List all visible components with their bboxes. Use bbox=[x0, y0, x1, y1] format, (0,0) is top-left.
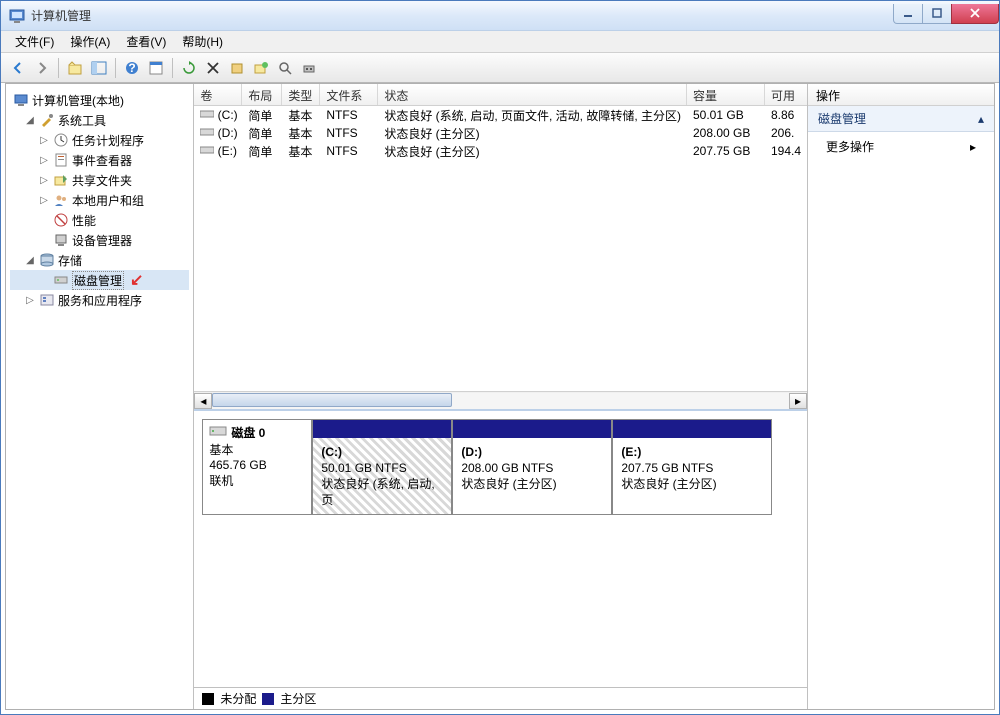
navigation-tree[interactable]: 计算机管理(本地) ◢ 系统工具 ▷任务计划程序▷事件查看器▷共享文件夹▷本地用… bbox=[6, 84, 194, 709]
drive-icon bbox=[200, 108, 214, 118]
partition-header bbox=[313, 420, 451, 438]
properties-button[interactable] bbox=[145, 57, 167, 79]
disk-type: 基本 bbox=[209, 441, 305, 458]
maximize-button[interactable] bbox=[922, 4, 952, 24]
legend-unalloc-swatch bbox=[202, 693, 214, 705]
export-button[interactable] bbox=[226, 57, 248, 79]
tree-services[interactable]: ▷ 服务和应用程序 bbox=[10, 290, 189, 310]
partition-box[interactable]: (E:)207.75 GB NTFS状态良好 (主分区) bbox=[612, 419, 772, 515]
disk-icon bbox=[53, 272, 69, 288]
legend-primary-swatch bbox=[262, 693, 274, 705]
actions-panel: 操作 磁盘管理 ▴ 更多操作 ▸ bbox=[808, 84, 994, 709]
drive-icon bbox=[200, 126, 214, 136]
tree-item[interactable]: ▷事件查看器 bbox=[10, 150, 189, 170]
up-button[interactable] bbox=[64, 57, 86, 79]
forward-button[interactable] bbox=[31, 57, 53, 79]
clock-icon bbox=[53, 132, 69, 148]
menu-help[interactable]: 帮助(H) bbox=[174, 31, 231, 52]
actions-header: 操作 bbox=[808, 84, 994, 106]
device-icon bbox=[53, 232, 69, 248]
minimize-button[interactable] bbox=[893, 4, 923, 24]
col-type[interactable]: 类型 bbox=[282, 84, 320, 105]
scroll-right-button[interactable]: ▸ bbox=[789, 393, 807, 409]
storage-icon bbox=[39, 252, 55, 268]
app-icon bbox=[9, 8, 25, 24]
users-icon bbox=[53, 192, 69, 208]
legend-unalloc-label: 未分配 bbox=[220, 690, 256, 707]
partition-box[interactable]: (D:)208.00 GB NTFS状态良好 (主分区) bbox=[452, 419, 612, 515]
svg-text:?: ? bbox=[128, 61, 135, 75]
tree-item[interactable]: ▷本地用户和组 bbox=[10, 190, 189, 210]
expand-icon[interactable]: ▷ bbox=[38, 135, 50, 146]
show-hide-tree-button[interactable] bbox=[88, 57, 110, 79]
share-icon bbox=[53, 172, 69, 188]
actions-section[interactable]: 磁盘管理 ▴ bbox=[808, 106, 994, 132]
menu-view[interactable]: 查看(V) bbox=[118, 31, 174, 52]
event-icon bbox=[53, 152, 69, 168]
partition-header bbox=[613, 420, 771, 438]
annotation-arrow: ↙ bbox=[130, 270, 143, 290]
chevron-right-icon: ▸ bbox=[970, 140, 976, 154]
settings-button[interactable] bbox=[298, 57, 320, 79]
volume-list-header: 卷 布局 类型 文件系统 状态 容量 可用 bbox=[194, 84, 807, 106]
col-status[interactable]: 状态 bbox=[378, 84, 687, 105]
expand-icon[interactable]: ▷ bbox=[24, 295, 36, 306]
actions-more[interactable]: 更多操作 ▸ bbox=[808, 132, 994, 161]
disk-size: 465.76 GB bbox=[209, 458, 305, 472]
tree-systools[interactable]: ◢ 系统工具 bbox=[10, 110, 189, 130]
tree-item[interactable]: 性能 bbox=[10, 210, 189, 230]
tree-diskmgmt[interactable]: 磁盘管理 ↙ bbox=[10, 270, 189, 290]
partition-box[interactable]: (C:)50.01 GB NTFS状态良好 (系统, 启动, 页 bbox=[312, 419, 452, 515]
titlebar: 计算机管理 bbox=[1, 1, 999, 31]
drive-icon bbox=[200, 144, 214, 154]
toolbar: ? bbox=[1, 53, 999, 83]
disk-graphical-view: 磁盘 0 基本 465.76 GB 联机 (C:)50.01 GB NTFS状态… bbox=[194, 409, 807, 709]
expand-icon[interactable]: ▷ bbox=[38, 195, 50, 206]
back-button[interactable] bbox=[7, 57, 29, 79]
horizontal-scrollbar[interactable]: ◂ ▸ bbox=[194, 391, 807, 409]
menu-file[interactable]: 文件(F) bbox=[7, 31, 62, 52]
tree-item[interactable]: ▷任务计划程序 bbox=[10, 130, 189, 150]
help-button[interactable]: ? bbox=[121, 57, 143, 79]
tree-storage[interactable]: ◢ 存储 bbox=[10, 250, 189, 270]
volume-row[interactable]: (E:)简单基本NTFS状态良好 (主分区)207.75 GB194.4 bbox=[194, 142, 807, 160]
tree-item[interactable]: ▷共享文件夹 bbox=[10, 170, 189, 190]
action-button[interactable] bbox=[250, 57, 272, 79]
tools-icon bbox=[39, 112, 55, 128]
delete-button[interactable] bbox=[202, 57, 224, 79]
col-capacity[interactable]: 容量 bbox=[687, 84, 765, 105]
menu-action[interactable]: 操作(A) bbox=[62, 31, 118, 52]
services-icon bbox=[39, 292, 55, 308]
partition-header bbox=[453, 420, 611, 438]
volume-row[interactable]: (C:)简单基本NTFS状态良好 (系统, 启动, 页面文件, 活动, 故障转储… bbox=[194, 106, 807, 124]
find-button[interactable] bbox=[274, 57, 296, 79]
col-free[interactable]: 可用 bbox=[765, 84, 807, 105]
computer-icon bbox=[13, 92, 29, 108]
window-title: 计算机管理 bbox=[31, 7, 894, 24]
disk-label: 磁盘 0 bbox=[231, 424, 265, 441]
refresh-button[interactable] bbox=[178, 57, 200, 79]
collapse-icon[interactable]: ◢ bbox=[24, 255, 36, 266]
col-layout[interactable]: 布局 bbox=[242, 84, 282, 105]
close-button[interactable] bbox=[951, 4, 999, 24]
volume-list[interactable]: 卷 布局 类型 文件系统 状态 容量 可用 (C:)简单基本NTFS状态良好 (… bbox=[194, 84, 807, 391]
collapse-icon: ▴ bbox=[978, 112, 984, 126]
menubar: 文件(F) 操作(A) 查看(V) 帮助(H) bbox=[1, 31, 999, 53]
legend: 未分配 主分区 bbox=[194, 687, 807, 709]
scroll-left-button[interactable]: ◂ bbox=[194, 393, 212, 409]
volume-row[interactable]: (D:)简单基本NTFS状态良好 (主分区)208.00 GB206. bbox=[194, 124, 807, 142]
expand-icon[interactable]: ▷ bbox=[38, 155, 50, 166]
disk-state: 联机 bbox=[209, 472, 305, 489]
expand-icon[interactable]: ▷ bbox=[38, 175, 50, 186]
disk-drive-icon bbox=[209, 424, 227, 441]
tree-item[interactable]: 设备管理器 bbox=[10, 230, 189, 250]
disk-info-box[interactable]: 磁盘 0 基本 465.76 GB 联机 bbox=[202, 419, 312, 515]
collapse-icon[interactable]: ◢ bbox=[24, 115, 36, 126]
tree-root[interactable]: 计算机管理(本地) bbox=[10, 90, 189, 110]
perf-icon bbox=[53, 212, 69, 228]
col-fs[interactable]: 文件系统 bbox=[320, 84, 378, 105]
col-volume[interactable]: 卷 bbox=[194, 84, 242, 105]
scroll-thumb[interactable] bbox=[212, 393, 452, 407]
legend-primary-label: 主分区 bbox=[280, 690, 316, 707]
